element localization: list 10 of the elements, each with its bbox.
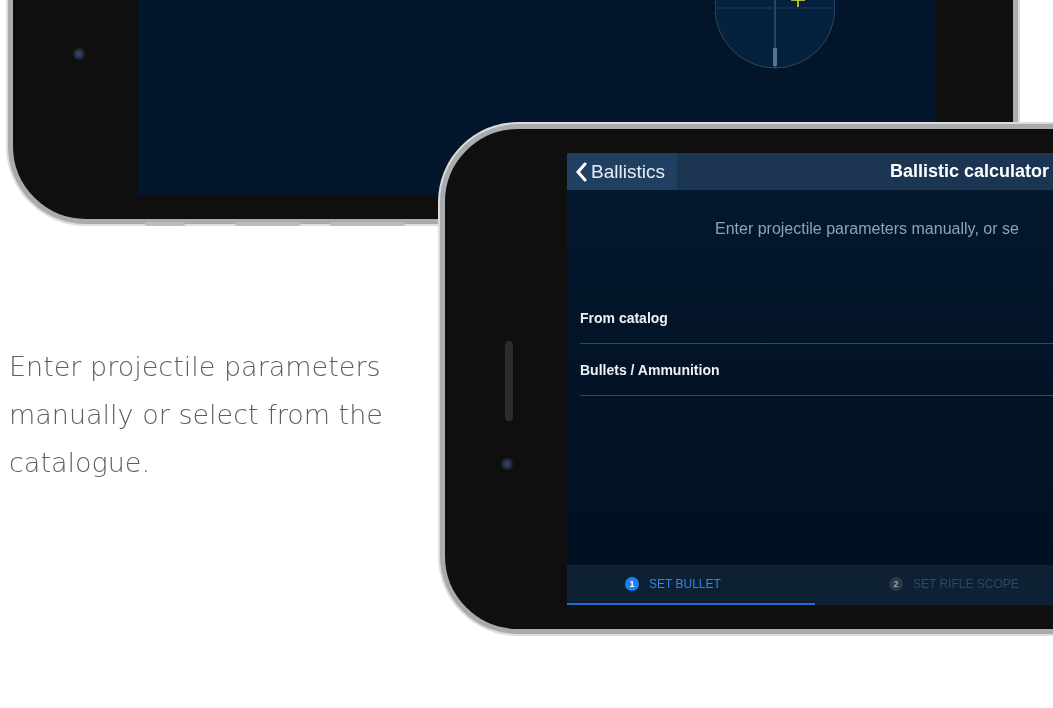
back-button[interactable]: Ballistics (567, 153, 677, 190)
screen-title: Ballistic calculator (889, 161, 1050, 182)
caption-text: Enter projectile parameters manually or select from the catalogue. (9, 350, 384, 480)
step-tab[interactable]: 1 SET BULLET (567, 565, 815, 605)
chevron-left-icon (575, 161, 587, 182)
camera-icon (73, 48, 85, 60)
list-row[interactable]: Bullets / Ammunition (580, 344, 1053, 396)
list-row[interactable]: From catalog (580, 292, 1053, 344)
camera-icon (501, 458, 513, 470)
intro-text: Enter projectile parameters manually, or se (715, 220, 1020, 238)
